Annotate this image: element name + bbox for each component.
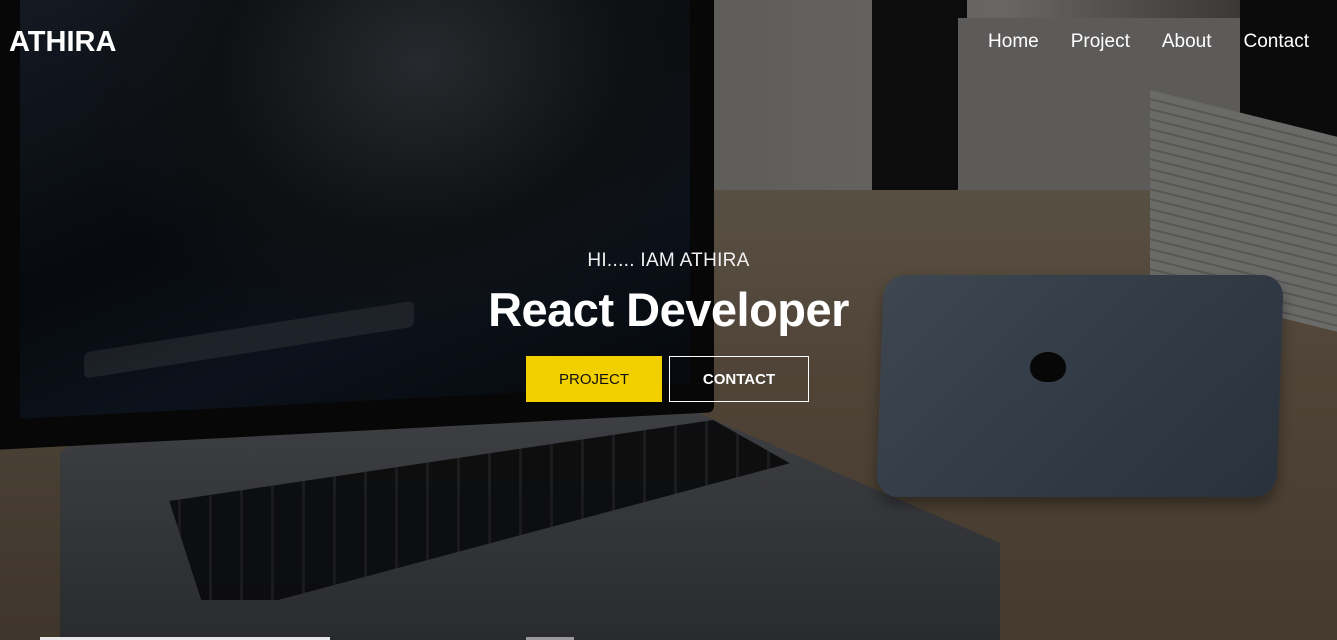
main-nav: Home Project About Contact: [988, 31, 1309, 53]
hero-buttons: PROJECT CONTACT: [526, 356, 809, 402]
hero-title: React Developer: [488, 283, 849, 336]
brand-logo[interactable]: ATHIRA: [9, 26, 116, 59]
hero-section: HI..... IAM ATHIRA React Developer: [0, 250, 1337, 337]
contact-button[interactable]: CONTACT: [669, 356, 809, 402]
nav-item-home[interactable]: Home: [988, 31, 1039, 53]
nav-item-about[interactable]: About: [1162, 31, 1212, 53]
nav-item-contact[interactable]: Contact: [1244, 31, 1309, 53]
nav-item-project[interactable]: Project: [1071, 31, 1130, 53]
hero-greeting: HI..... IAM ATHIRA: [587, 250, 750, 271]
project-button[interactable]: PROJECT: [526, 356, 662, 402]
